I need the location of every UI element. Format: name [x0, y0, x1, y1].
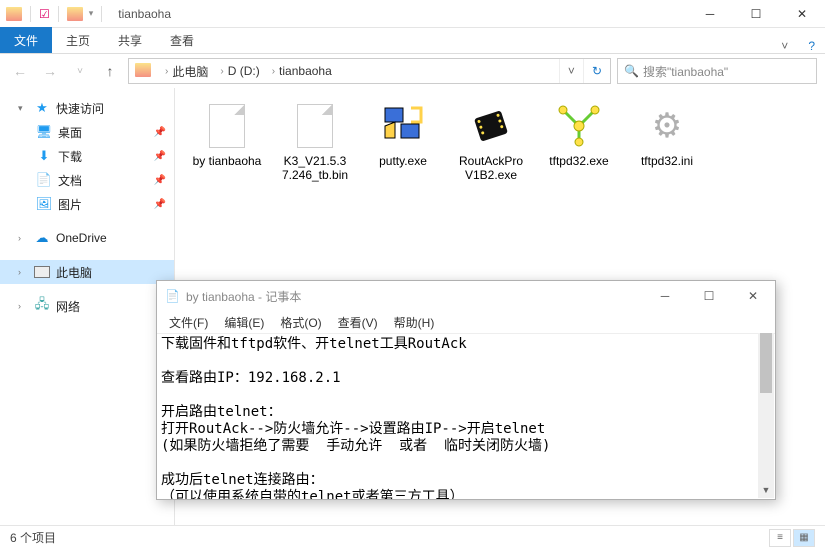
notepad-icon: 📄 — [165, 289, 180, 303]
file-thumb-icon — [467, 102, 515, 150]
minimize-button[interactable]: ─ — [687, 0, 733, 28]
file-thumb-icon — [555, 102, 603, 150]
folder-icon — [6, 7, 22, 21]
sidebar-item-network[interactable]: ›🖧网络 — [0, 294, 174, 318]
crumb-folder[interactable]: tianbaoha — [279, 64, 332, 78]
pin-icon: 📌 — [154, 127, 166, 138]
chevron-right-icon[interactable]: › — [272, 66, 275, 77]
document-icon: 📄 — [36, 172, 52, 188]
sidebar-item-thispc[interactable]: ›此电脑 — [0, 260, 174, 284]
tab-view[interactable]: 查看 — [156, 27, 208, 53]
network-icon: 🖧 — [34, 298, 50, 314]
qat-checkbox-icon[interactable]: ☑ — [39, 7, 50, 21]
file-item[interactable]: K3_V21.5.37.246_tb.bin — [275, 98, 355, 186]
tab-home[interactable]: 主页 — [52, 27, 104, 53]
breadcrumb[interactable]: › 此电脑 › D (D:) › tianbaoha ˅ ↻ — [128, 58, 611, 84]
notepad-menu-view[interactable]: 查看(V) — [332, 313, 384, 332]
notepad-maximize-button[interactable]: ☐ — [687, 281, 731, 311]
help-icon[interactable]: ? — [798, 39, 825, 53]
back-button[interactable]: ← — [8, 59, 32, 83]
search-input[interactable]: 🔍 搜索"tianbaoha" — [617, 58, 817, 84]
status-bar: 6 个项目 ≡ ▦ — [0, 525, 825, 549]
notepad-menu-format[interactable]: 格式(O) — [274, 313, 327, 332]
file-item[interactable]: RoutAckProV1B2.exe — [451, 98, 531, 186]
crumb-thispc[interactable]: 此电脑 — [172, 63, 208, 80]
search-placeholder: 搜索"tianbaoha" — [643, 63, 728, 80]
pin-icon: 📌 — [154, 199, 166, 210]
recent-button[interactable]: ˅ — [68, 59, 92, 83]
pc-icon — [34, 264, 50, 280]
forward-button[interactable]: → — [38, 59, 62, 83]
notepad-close-button[interactable]: ✕ — [731, 281, 775, 311]
notepad-window[interactable]: 📄 by tianbaoha - 记事本 ─ ☐ ✕ 文件(F) 编辑(E) 格… — [156, 280, 776, 500]
download-icon: ⬇ — [36, 148, 52, 164]
navigation-pane: ▾★快速访问 🖥桌面📌 ⬇下载📌 📄文档📌 🖼图片📌 ›☁OneDrive ›此… — [0, 88, 175, 525]
address-dropdown-icon[interactable]: ˅ — [559, 59, 583, 83]
tab-share[interactable]: 共享 — [104, 27, 156, 53]
icons-view-button[interactable]: ▦ — [793, 529, 815, 547]
refresh-icon[interactable]: ↻ — [583, 59, 610, 83]
notepad-minimize-button[interactable]: ─ — [643, 281, 687, 311]
pin-icon: 📌 — [154, 175, 166, 186]
chevron-right-icon[interactable]: › — [220, 66, 223, 77]
chevron-right-icon[interactable]: › — [165, 66, 168, 77]
file-item[interactable]: putty.exe — [363, 98, 443, 186]
notepad-menu-help[interactable]: 帮助(H) — [388, 313, 441, 332]
close-button[interactable]: ✕ — [779, 0, 825, 28]
crumb-drive[interactable]: D (D:) — [228, 64, 260, 78]
file-item[interactable]: ⚙ tftpd32.ini — [627, 98, 707, 186]
notepad-menu-edit[interactable]: 编辑(E) — [218, 313, 270, 332]
notepad-textarea[interactable]: 下载固件和tftpd软件、开telnet工具RoutAck 查看路由IP：192… — [157, 333, 775, 499]
file-label: tftpd32.exe — [549, 154, 608, 168]
notepad-scrollbar[interactable]: ▲ ▼ — [758, 333, 774, 498]
up-button[interactable]: ↑ — [98, 59, 122, 83]
picture-icon: 🖼 — [36, 196, 52, 212]
file-label: by tianbaoha — [193, 154, 262, 168]
pin-icon: 📌 — [154, 151, 166, 162]
notepad-menubar: 文件(F) 编辑(E) 格式(O) 查看(V) 帮助(H) — [157, 311, 775, 333]
window-title: tianbaoha — [118, 7, 171, 21]
expand-ribbon-icon[interactable]: ˅ — [771, 39, 798, 53]
file-label: tftpd32.ini — [641, 154, 693, 168]
scroll-thumb[interactable] — [760, 333, 772, 393]
folder-icon — [135, 63, 151, 77]
explorer-titlebar: ☑ ▾ tianbaoha ─ ☐ ✕ — [0, 0, 825, 28]
address-row: ← → ˅ ↑ › 此电脑 › D (D:) › tianbaoha ˅ ↻ 🔍 搜索… — [0, 54, 825, 88]
maximize-button[interactable]: ☐ — [733, 0, 779, 28]
sidebar-item-pictures[interactable]: 🖼图片📌 — [0, 192, 174, 216]
file-item[interactable]: tftpd32.exe — [539, 98, 619, 186]
onedrive-icon: ☁ — [34, 230, 50, 246]
file-thumb-icon: ⚙ — [643, 102, 691, 150]
star-icon: ★ — [34, 100, 50, 116]
sidebar-item-onedrive[interactable]: ›☁OneDrive — [0, 226, 174, 250]
file-item[interactable]: by tianbaoha — [187, 98, 267, 186]
file-label: putty.exe — [379, 154, 427, 168]
file-label: RoutAckProV1B2.exe — [455, 154, 527, 182]
sidebar-item-quickaccess[interactable]: ▾★快速访问 — [0, 96, 174, 120]
notepad-menu-file[interactable]: 文件(F) — [163, 313, 214, 332]
file-tab[interactable]: 文件 — [0, 27, 52, 53]
file-thumb-icon — [203, 102, 251, 150]
desktop-icon: 🖥 — [36, 124, 52, 140]
scroll-down-icon[interactable]: ▼ — [758, 482, 774, 498]
notepad-titlebar[interactable]: 📄 by tianbaoha - 记事本 ─ ☐ ✕ — [157, 281, 775, 311]
sidebar-item-documents[interactable]: 📄文档📌 — [0, 168, 174, 192]
ribbon-tabs: 文件 主页 共享 查看 ˅ ? — [0, 28, 825, 54]
sidebar-item-downloads[interactable]: ⬇下载📌 — [0, 144, 174, 168]
search-icon: 🔍 — [624, 64, 639, 78]
file-label: K3_V21.5.37.246_tb.bin — [279, 154, 351, 182]
file-thumb-icon — [379, 102, 427, 150]
details-view-button[interactable]: ≡ — [769, 529, 791, 547]
chevron-down-icon[interactable]: ▾ — [89, 8, 94, 19]
sidebar-item-desktop[interactable]: 🖥桌面📌 — [0, 120, 174, 144]
folder-icon — [67, 7, 83, 21]
file-thumb-icon — [291, 102, 339, 150]
item-count: 6 个项目 — [10, 529, 56, 546]
notepad-title: by tianbaoha - 记事本 — [186, 288, 301, 305]
